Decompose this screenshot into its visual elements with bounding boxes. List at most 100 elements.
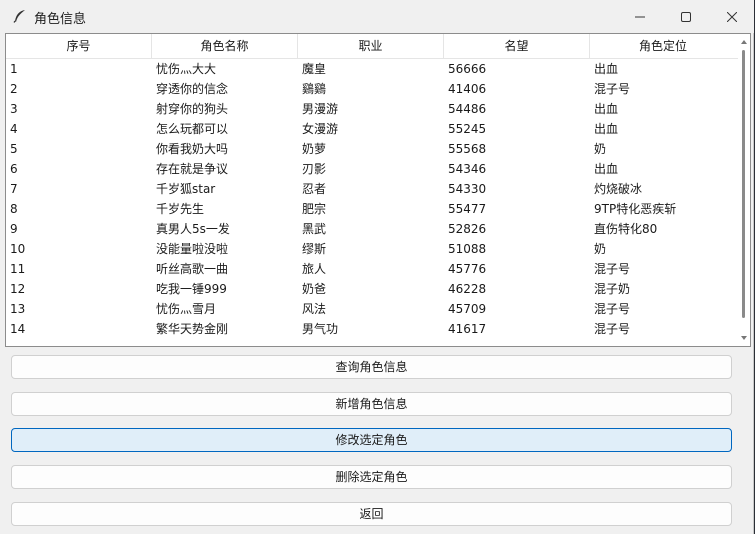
table-row[interactable]: 11 听丝高歌一曲 旅人 45776 混子号: [6, 259, 738, 279]
cell-class: 旅人: [302, 262, 327, 276]
cell-class: 忍者: [302, 182, 327, 196]
close-button[interactable]: [709, 0, 755, 33]
cell-fame: 55477: [448, 202, 487, 216]
cell-index: 4: [10, 122, 18, 136]
cell-fame: 45709: [448, 302, 487, 316]
back-button[interactable]: 返回: [11, 502, 732, 526]
title-bar[interactable]: 角色信息: [0, 0, 754, 33]
cell-name: 忧伤灬雪月: [156, 302, 217, 316]
edit-selected-character-button[interactable]: 修改选定角色: [11, 428, 732, 452]
column-header-index[interactable]: 序号: [6, 34, 152, 58]
cell-fame: 46228: [448, 282, 487, 296]
cell-fame: 45776: [448, 262, 487, 276]
cell-fame: 54330: [448, 182, 487, 196]
feather-icon: [13, 9, 27, 23]
cell-fame: 55245: [448, 122, 487, 136]
cell-index: 3: [10, 102, 18, 116]
cell-index: 6: [10, 162, 18, 176]
cell-index: 14: [10, 322, 26, 336]
cell-class: 风法: [302, 302, 327, 316]
cell-role: 出血: [594, 102, 619, 116]
cell-class: 女漫游: [302, 122, 339, 136]
cell-index: 13: [10, 302, 26, 316]
cell-fame: 56666: [448, 62, 487, 76]
scroll-down-icon[interactable]: [740, 334, 748, 342]
query-character-button[interactable]: 查询角色信息: [11, 355, 732, 379]
cell-name: 存在就是争议: [156, 162, 229, 176]
cell-name: 千岁狐star: [156, 182, 216, 196]
column-header-role[interactable]: 角色定位: [590, 34, 736, 58]
table-row[interactable]: 2 穿透你的信念 鷄鷄 41406 混子号: [6, 79, 738, 99]
cell-class: 奶爸: [302, 282, 327, 296]
cell-name: 繁华天势金刚: [156, 322, 229, 336]
minimize-button[interactable]: [617, 0, 663, 33]
cell-name: 千岁先生: [156, 202, 205, 216]
column-header-fame[interactable]: 名望: [444, 34, 590, 58]
cell-role: 混子奶: [594, 282, 631, 296]
cell-role: 混子号: [594, 322, 631, 336]
cell-index: 11: [10, 262, 26, 276]
cell-role: 混子号: [594, 82, 631, 96]
cell-class: 鷄鷄: [302, 82, 327, 96]
table-row[interactable]: 14 繁华天势金刚 男气功 41617 混子号: [6, 319, 738, 339]
maximize-icon: [681, 11, 691, 22]
table-row[interactable]: 8 千岁先生 肥宗 55477 9TP特化恶疾斩: [6, 199, 738, 219]
cell-name: 听丝高歌一曲: [156, 262, 229, 276]
cell-role: 出血: [594, 162, 619, 176]
column-header-name[interactable]: 角色名称: [152, 34, 298, 58]
minimize-icon: [635, 16, 645, 17]
cell-fame: 55568: [448, 142, 487, 156]
cell-class: 魔皇: [302, 62, 327, 76]
cell-role: 混子号: [594, 262, 631, 276]
cell-class: 刃影: [302, 162, 327, 176]
cell-index: 9: [10, 222, 18, 236]
cell-fame: 51088: [448, 242, 487, 256]
column-header-class[interactable]: 职业: [298, 34, 444, 58]
cell-class: 肥宗: [302, 202, 327, 216]
vertical-scrollbar[interactable]: [739, 34, 749, 346]
cell-index: 7: [10, 182, 18, 196]
cell-index: 1: [10, 62, 18, 76]
cell-role: 奶: [594, 242, 607, 256]
cell-fame: 41617: [448, 322, 487, 336]
cell-role: 直伤特化80: [594, 222, 658, 236]
table-row[interactable]: 12 吃我一锤999 奶爸 46228 混子奶: [6, 279, 738, 299]
scroll-up-icon[interactable]: [740, 38, 748, 46]
table-row[interactable]: 10 没能量啦没啦 缪斯 51088 奶: [6, 239, 738, 259]
cell-name: 忧伤灬大大: [156, 62, 217, 76]
table-row[interactable]: 9 真男人5s一发 黑武 52826 直伤特化80: [6, 219, 738, 239]
table-row[interactable]: 6 存在就是争议 刃影 54346 出血: [6, 159, 738, 179]
table-row[interactable]: 1 忧伤灬大大 魔皇 56666 出血: [6, 59, 738, 79]
table-row[interactable]: 7 千岁狐star 忍者 54330 灼烧破冰: [6, 179, 738, 199]
cell-name: 没能量啦没啦: [156, 242, 229, 256]
close-icon: [727, 11, 737, 22]
cell-index: 12: [10, 282, 26, 296]
delete-selected-character-button[interactable]: 删除选定角色: [11, 465, 732, 489]
add-character-button[interactable]: 新增角色信息: [11, 392, 732, 416]
maximize-button[interactable]: [663, 0, 709, 33]
table-body: 1 忧伤灬大大 魔皇 56666 出血 2 穿透你的信念 鷄鷄 41406 混子号 3 射穿你的狗头男…: [6, 59, 738, 339]
cell-role: 出血: [594, 122, 619, 136]
table-row[interactable]: 3 射穿你的狗头 男漫游 54486 出血: [6, 99, 738, 119]
cell-role: 出血: [594, 62, 619, 76]
table-row[interactable]: 13 忧伤灬雪月 风法 45709 混子号: [6, 299, 738, 319]
cell-role: 混子号: [594, 302, 631, 316]
character-info-window: 角色信息 序号 角色名称 职业 名望 角色定位 1 忧伤灬大大 魔皇 56666 出血 2…: [0, 0, 754, 534]
cell-name: 吃我一锤999: [156, 282, 227, 296]
cell-fame: 41406: [448, 82, 487, 96]
cell-class: 奶萝: [302, 142, 327, 156]
character-table[interactable]: 序号 角色名称 职业 名望 角色定位 1 忧伤灬大大 魔皇 56666 出血 2 穿透你的信…: [5, 33, 751, 347]
scrollbar-thumb[interactable]: [742, 50, 745, 318]
cell-index: 10: [10, 242, 26, 256]
cell-role: 奶: [594, 142, 607, 156]
cell-role: 灼烧破冰: [594, 182, 643, 196]
cell-index: 5: [10, 142, 18, 156]
cell-fame: 52826: [448, 222, 487, 236]
table-header: 序号 角色名称 职业 名望 角色定位: [6, 34, 738, 59]
cell-name: 你看我奶大吗: [156, 142, 229, 156]
table-row[interactable]: 4 怎么玩都可以 女漫游 55245 出血: [6, 119, 738, 139]
window-title: 角色信息: [34, 12, 87, 27]
cell-role: 9TP特化恶疾斩: [594, 202, 677, 216]
cell-index: 2: [10, 82, 18, 96]
table-row[interactable]: 5 你看我奶大吗 奶萝 55568 奶: [6, 139, 738, 159]
